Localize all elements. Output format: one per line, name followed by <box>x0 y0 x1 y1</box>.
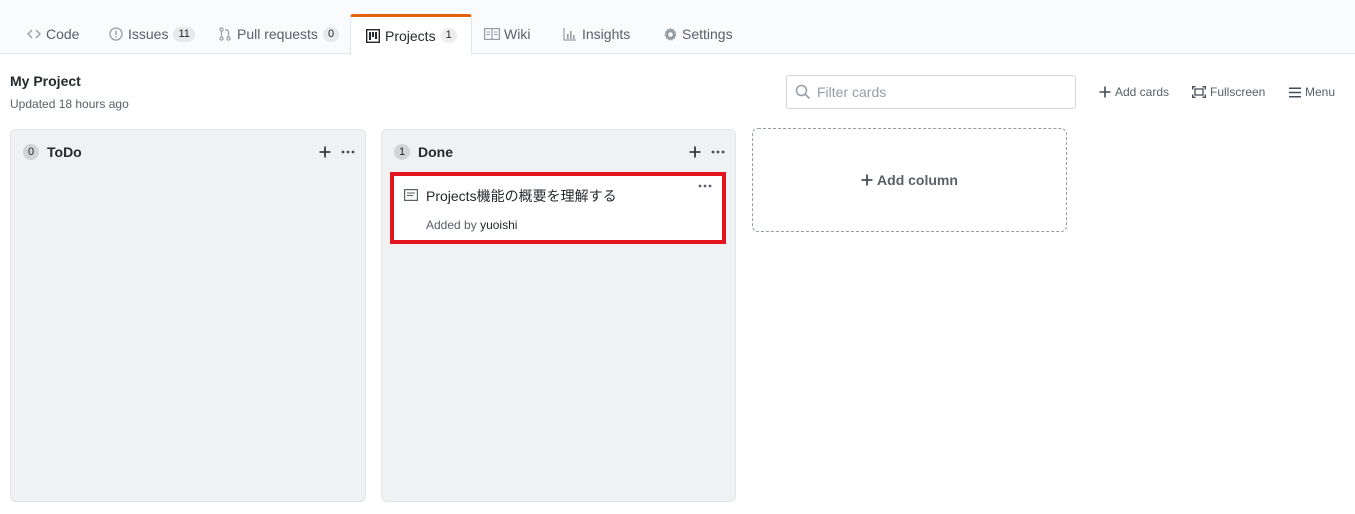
add-cards-button[interactable]: Add cards <box>1099 85 1169 99</box>
column-menu-dots-icon[interactable] <box>711 150 725 154</box>
fullscreen-icon <box>1192 86 1206 98</box>
card-meta: Added by yuoishi <box>426 218 517 232</box>
column-actions <box>319 146 355 158</box>
fullscreen-button[interactable]: Fullscreen <box>1192 85 1265 99</box>
issues-counter: 11 <box>173 26 195 42</box>
project-card[interactable]: Projects機能の概要を理解する Added by yuoishi <box>390 172 726 244</box>
tab-label: Issues <box>128 26 169 42</box>
plus-icon <box>1099 86 1111 98</box>
plus-icon <box>861 174 873 186</box>
tab-issues[interactable]: Issues 11 <box>94 14 209 54</box>
column-menu-dots-icon[interactable] <box>341 150 355 154</box>
tab-label: Pull requests <box>237 26 318 42</box>
filter-cards-field[interactable] <box>786 75 1076 109</box>
column-actions <box>689 146 725 158</box>
tab-pull-requests[interactable]: Pull requests 0 <box>203 14 353 54</box>
tab-wiki[interactable]: Wiki <box>470 14 544 54</box>
code-icon <box>26 26 42 42</box>
column-header: 0 ToDo <box>23 142 355 162</box>
filter-cards-input[interactable] <box>817 84 1067 100</box>
hamburger-icon <box>1289 86 1301 98</box>
column-card-count: 1 <box>394 144 410 160</box>
tab-projects[interactable]: Projects 1 <box>350 14 472 55</box>
gear-icon <box>662 26 678 42</box>
card-author-link[interactable]: yuoishi <box>480 218 517 232</box>
add-column-label: Add column <box>877 172 958 188</box>
menu-button[interactable]: Menu <box>1289 85 1335 99</box>
add-card-plus-icon[interactable] <box>319 146 331 158</box>
column-card-count: 0 <box>23 144 39 160</box>
tab-label: Insights <box>582 26 631 42</box>
column-name: Done <box>418 144 453 160</box>
tab-label: Wiki <box>504 26 531 42</box>
tab-insights[interactable]: Insights <box>548 14 644 54</box>
graph-icon <box>562 26 578 42</box>
added-by-label: Added by <box>426 218 477 232</box>
pull-request-icon <box>217 26 233 42</box>
repo-tab-nav: Code Issues 11 Pull requests 0 Projects … <box>0 0 1355 55</box>
projects-counter: 1 <box>440 28 457 43</box>
pulls-counter: 0 <box>322 26 340 42</box>
add-card-plus-icon[interactable] <box>689 146 701 158</box>
menu-label: Menu <box>1305 85 1336 99</box>
add-column-content: Add column <box>861 172 958 188</box>
project-title: My Project <box>10 73 81 89</box>
tab-settings[interactable]: Settings <box>648 14 747 54</box>
column-done: 1 Done Projects機能の概要を理解する Added by yuois… <box>381 129 736 502</box>
note-icon <box>404 189 418 201</box>
search-icon <box>795 84 811 100</box>
tab-code[interactable]: Code <box>12 14 93 54</box>
tab-label: Settings <box>682 26 733 42</box>
book-icon <box>484 26 500 42</box>
add-cards-label: Add cards <box>1115 85 1170 99</box>
column-todo: 0 ToDo <box>10 129 366 502</box>
card-menu-dots-icon[interactable] <box>698 184 712 188</box>
fullscreen-label: Fullscreen <box>1210 85 1266 99</box>
add-column-button[interactable]: Add column <box>752 128 1067 232</box>
project-updated-time: Updated 18 hours ago <box>10 97 129 111</box>
column-name: ToDo <box>47 144 82 160</box>
tab-label: Projects <box>385 27 436 44</box>
tab-label: Code <box>46 26 80 42</box>
column-header: 1 Done <box>394 142 725 162</box>
card-title: Projects機能の概要を理解する <box>426 188 617 204</box>
project-icon <box>365 28 381 44</box>
issue-icon <box>108 26 124 42</box>
